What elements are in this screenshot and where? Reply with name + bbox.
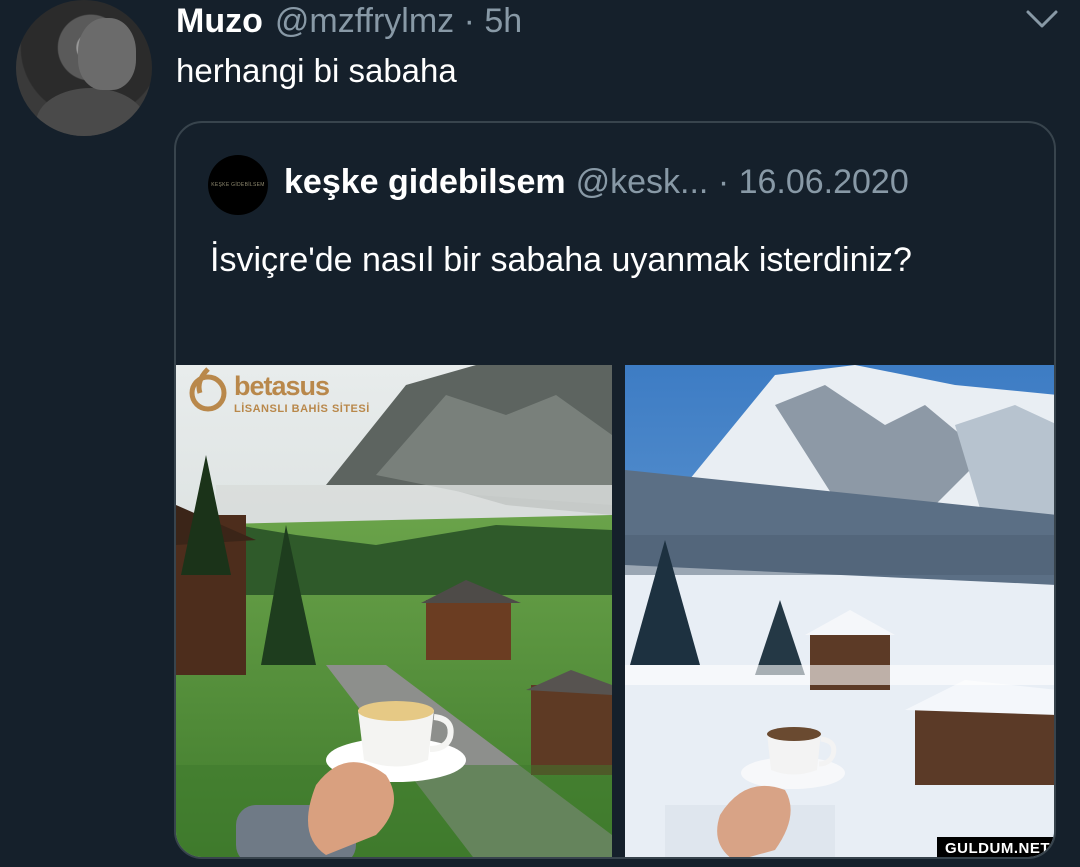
site-badge: GULDUM.NET [937, 837, 1054, 857]
avatar-head [78, 18, 136, 90]
quoted-handle-and-date[interactable]: @kesk... · 16.06.2020 [576, 163, 909, 202]
quoted-avatar-text: KEŞKE GİDEBİLSEM [211, 182, 265, 188]
watermark-tagline: LİSANSLI BAHİS SİTESİ [234, 403, 370, 415]
quoted-display-name[interactable]: keşke gidebilsem [284, 163, 566, 202]
quoted-tweet-card[interactable]: KEŞKE GİDEBİLSEM keşke gidebilsem @kesk.… [174, 121, 1056, 859]
user-avatar[interactable] [16, 0, 152, 136]
watermark-emblem-icon [189, 367, 227, 412]
watermark-brand: betasus [234, 371, 330, 401]
winter-village-image [625, 365, 1054, 857]
avatar-shoulder [36, 88, 146, 136]
watermark-logo: betasus LİSANSLI BAHİS SİTESİ [188, 365, 374, 421]
quoted-avatar[interactable]: KEŞKE GİDEBİLSEM [208, 155, 268, 215]
summer-village-image [176, 365, 612, 857]
photo-summer-village[interactable]: betasus LİSANSLI BAHİS SİTESİ [176, 365, 612, 857]
tweet-text: herhangi bi sabaha [176, 52, 457, 89]
tweet-header: Muzo @mzffrylmz · 5h [176, 0, 522, 42]
handle-and-time[interactable]: @mzffrylmz · 5h [275, 2, 522, 41]
chevron-down-icon[interactable] [1022, 2, 1062, 36]
display-name[interactable]: Muzo [176, 2, 263, 41]
quoted-tweet-text: İsviçre'de nasıl bir sabaha uyanmak iste… [210, 241, 912, 279]
photo-winter-village[interactable]: GULDUM.NET [625, 365, 1054, 857]
quoted-tweet-header: keşke gidebilsem @kesk... · 16.06.2020 [284, 163, 909, 202]
